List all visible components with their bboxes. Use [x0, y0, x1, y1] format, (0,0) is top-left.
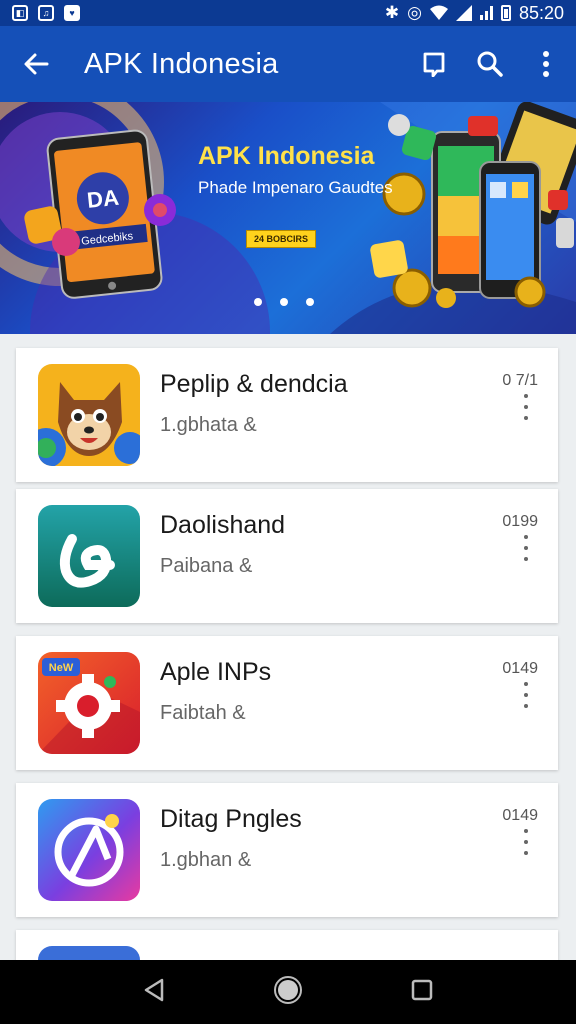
carousel-indicator[interactable] [254, 298, 314, 306]
more-options-button[interactable] [522, 40, 570, 88]
banner-badge[interactable]: 24 BOBCIRS [246, 230, 316, 248]
bookmark-icon [423, 52, 445, 77]
svg-text:DA: DA [86, 185, 120, 213]
loop-app-icon[interactable] [38, 505, 140, 607]
more-vert-icon[interactable] [518, 829, 534, 855]
list-item[interactable]: Peplip & dendcia 1.gbhata & 0 7/1 [16, 348, 558, 482]
signal-bars-icon [479, 6, 493, 20]
app-name: Ditag Pngles [160, 805, 302, 833]
app-count: 0149 [502, 660, 538, 677]
status-system-icons: ✱ ◎ 85:20 [385, 3, 564, 24]
carousel-dot[interactable] [306, 298, 314, 306]
list-item[interactable]: NeW Aple INPs Faibtah & 0149 [16, 636, 558, 770]
home-circle-icon [273, 975, 302, 1004]
more-vert-icon[interactable] [518, 394, 534, 420]
wifi-icon [429, 5, 448, 20]
app-count: 0 7/1 [502, 372, 538, 389]
app-count: 0199 [502, 513, 538, 530]
app-name: Daolishand [160, 511, 286, 539]
cat-app-icon[interactable] [38, 364, 140, 466]
back-button[interactable] [12, 40, 60, 88]
app-subtitle: Paibana & [160, 555, 253, 577]
banner-subtitle: Phade Impenaro Gaudtes [198, 178, 393, 197]
battery-icon [500, 5, 511, 21]
status-notifications: ◧ ♫ ♥ [12, 5, 80, 21]
app-bar-actions [410, 40, 570, 88]
nav-recents-button[interactable] [410, 978, 434, 1007]
search-button[interactable] [466, 40, 514, 88]
list-item[interactable]: Ditag Pngles 1.gbhan & 0149 [16, 783, 558, 917]
more-vert-icon[interactable] [518, 682, 534, 708]
app-count: 0149 [502, 807, 538, 824]
more-vert-icon [543, 51, 549, 77]
compass-app-icon[interactable] [38, 799, 140, 901]
promo-banner[interactable]: DA Gedcebiks APK Indonesia Phade Impenar… [0, 102, 576, 334]
nav-home-button[interactable] [273, 975, 303, 1010]
app-subtitle: 1.gbhata & [160, 414, 257, 436]
notification-icon: ◧ [12, 5, 28, 21]
bookmark-button[interactable] [410, 40, 458, 88]
app-name: Aple INPs [160, 658, 272, 686]
nav-back-button[interactable] [142, 977, 166, 1008]
recents-square-icon [412, 979, 433, 1000]
carousel-dot[interactable] [254, 298, 262, 306]
status-bar: ◧ ♫ ♥ ✱ ◎ 85:20 [0, 0, 576, 26]
app-bar: APK Indonesia [0, 26, 576, 102]
arrow-left-icon [24, 53, 49, 75]
notification-icon: ♫ [38, 5, 54, 21]
alarm-icon: ◎ [407, 3, 422, 22]
app-name: Peplip & dendcia [160, 370, 348, 398]
more-vert-icon[interactable] [518, 535, 534, 561]
notification-icon: ♥ [64, 5, 80, 21]
svg-text:NeW: NeW [49, 662, 74, 674]
carousel-dot[interactable] [280, 298, 288, 306]
page-title: APK Indonesia [84, 47, 279, 80]
app-subtitle: 1.gbhan & [160, 849, 252, 871]
banner-title: APK Indonesia [198, 142, 375, 170]
status-time: 85:20 [518, 2, 564, 23]
app-subtitle: Faibtah & [160, 702, 246, 724]
bluetooth-icon: ✱ [384, 3, 400, 22]
list-item[interactable]: Daolishand Paibana & 0199 [16, 489, 558, 623]
back-triangle-icon [144, 978, 163, 1001]
search-icon [477, 51, 503, 77]
system-nav-bar [0, 960, 576, 1024]
signal-icon [455, 5, 472, 21]
gear-app-icon[interactable]: NeW [38, 652, 140, 754]
